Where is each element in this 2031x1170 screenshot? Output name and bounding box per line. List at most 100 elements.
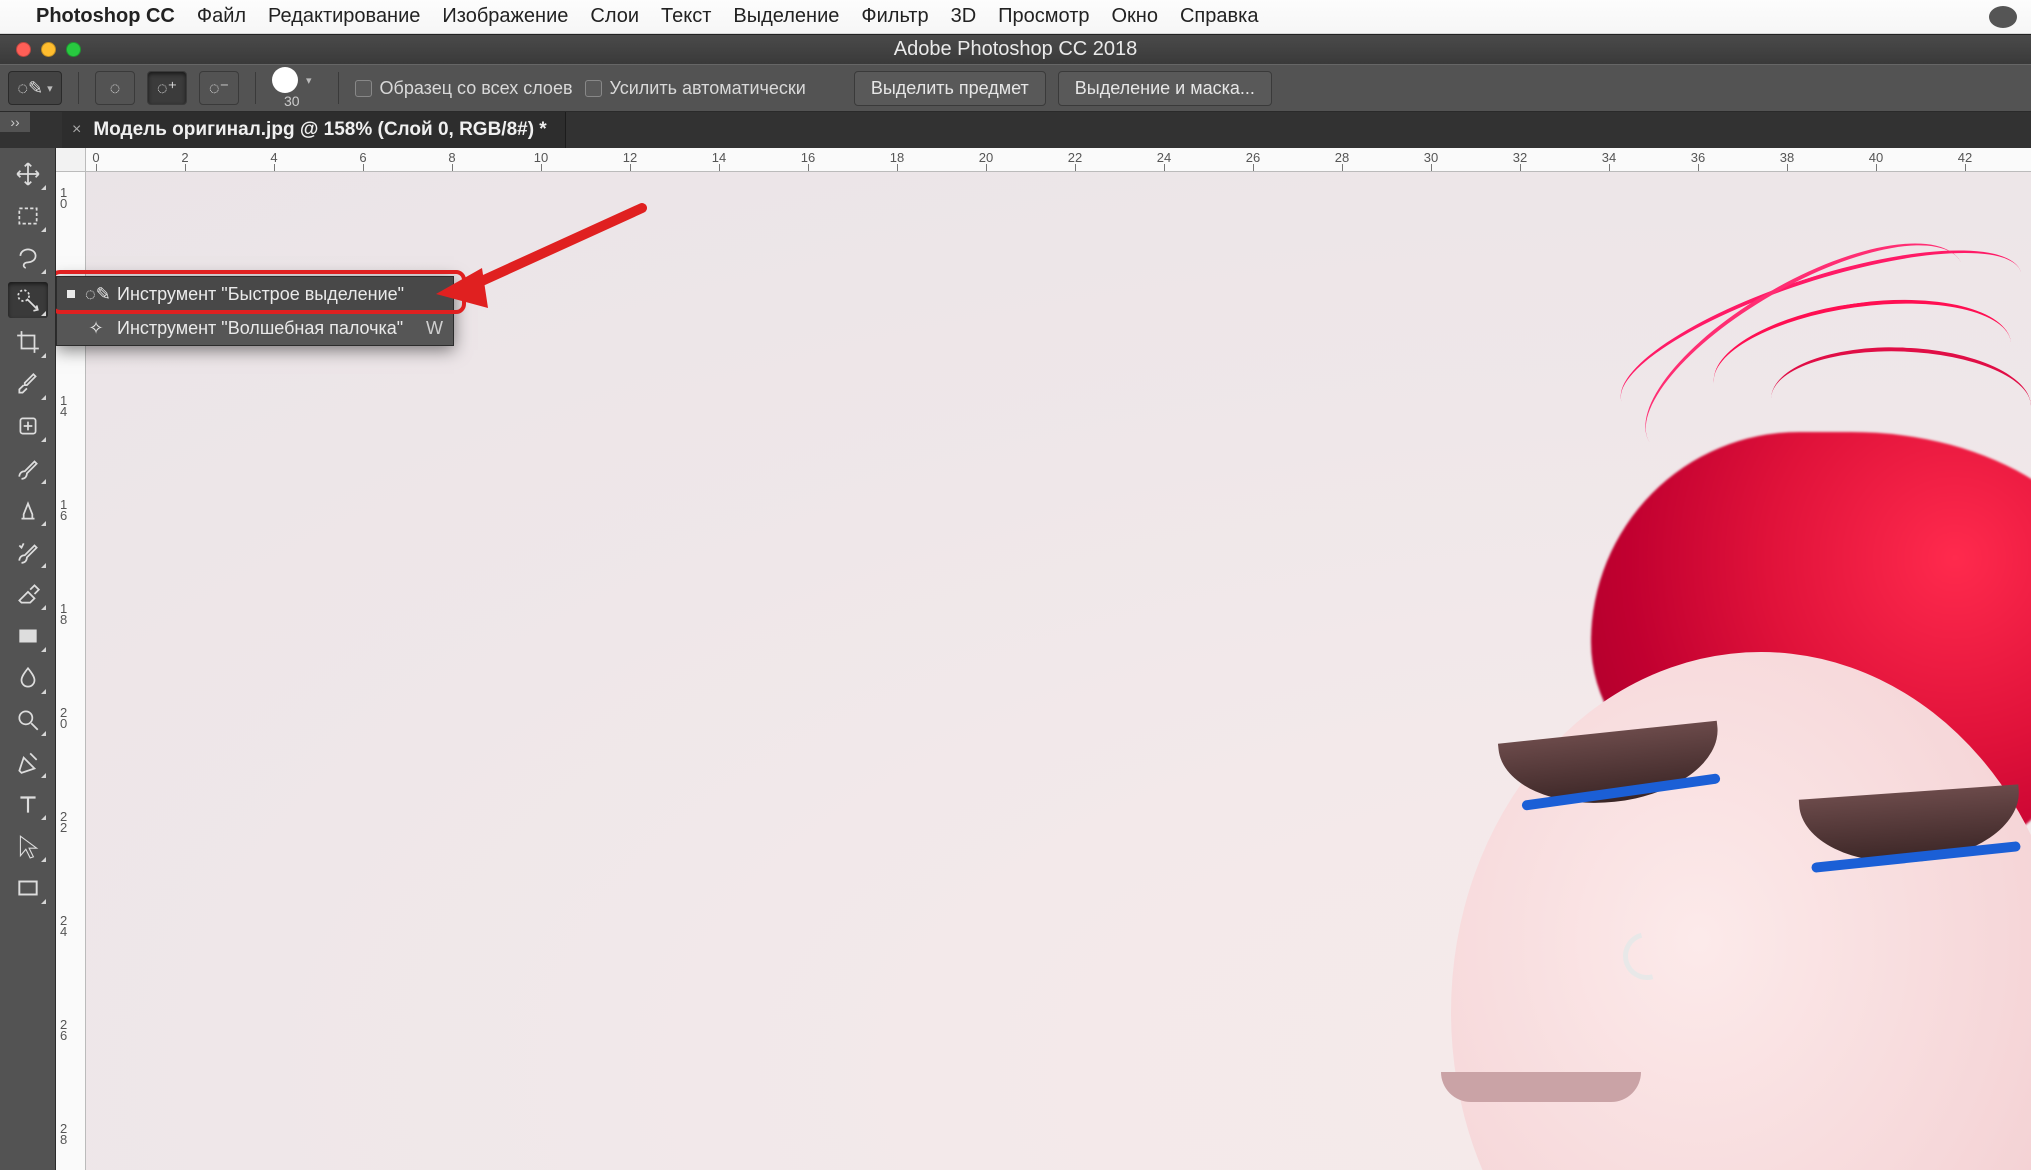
window-title: Adobe Photoshop CC 2018 bbox=[0, 38, 2031, 61]
select-and-mask-button[interactable]: Выделение и маска... bbox=[1058, 71, 1272, 106]
rectangular-marquee-tool[interactable] bbox=[8, 198, 48, 234]
chevron-down-icon: ▾ bbox=[47, 82, 53, 95]
auto-enhance-label: Усилить автоматически bbox=[610, 78, 806, 99]
expand-dock-button[interactable]: ›› bbox=[0, 112, 30, 132]
ruler-tick: 4 bbox=[270, 150, 277, 165]
ruler-tick: 36 bbox=[1691, 150, 1705, 165]
menu-filter[interactable]: Фильтр bbox=[861, 5, 928, 28]
quick-selection-tool[interactable] bbox=[8, 282, 48, 318]
subtract-from-selection-mode-button[interactable]: ◌⁻ bbox=[199, 71, 239, 105]
flyout-item-quick-selection[interactable]: ◌✎ Инструмент "Быстрое выделение" bbox=[57, 277, 453, 311]
tool-flyout-menu: ◌✎ Инструмент "Быстрое выделение" ✧ Инструм… bbox=[56, 276, 454, 346]
ruler-tick: 20 bbox=[979, 150, 993, 165]
document-tabs: × Модель оригинал.jpg @ 158% (Слой 0, RG… bbox=[0, 112, 2031, 148]
type-tool[interactable] bbox=[8, 786, 48, 822]
ruler-tick: 18 bbox=[890, 150, 904, 165]
window-close-button[interactable] bbox=[16, 42, 31, 57]
ruler-tick: 38 bbox=[1780, 150, 1794, 165]
smudge-tool[interactable] bbox=[8, 660, 48, 696]
menu-view[interactable]: Просмотр bbox=[998, 5, 1089, 28]
rectangle-shape-tool[interactable] bbox=[8, 870, 48, 906]
ruler-tick: 26 bbox=[60, 1019, 67, 1041]
sample-all-layers-label: Образец со всех слоев bbox=[380, 78, 573, 99]
eyedropper-tool[interactable] bbox=[8, 366, 48, 402]
selected-indicator bbox=[67, 290, 75, 298]
crop-tool[interactable] bbox=[8, 324, 48, 360]
magic-wand-icon: ✧ bbox=[85, 318, 107, 339]
ruler-origin[interactable] bbox=[56, 148, 86, 172]
menu-help[interactable]: Справка bbox=[1180, 5, 1258, 28]
window-minimize-button[interactable] bbox=[41, 42, 56, 57]
history-brush-tool[interactable] bbox=[8, 534, 48, 570]
brush-tool[interactable] bbox=[8, 450, 48, 486]
horizontal-ruler[interactable]: 024681012141618202224262830323436384042 bbox=[86, 148, 2031, 172]
ruler-tick: 24 bbox=[60, 915, 67, 937]
ruler-tick: 32 bbox=[1513, 150, 1527, 165]
ruler-tick: 10 bbox=[60, 187, 67, 209]
flyout-item-label: Инструмент "Волшебная палочка" bbox=[117, 318, 403, 339]
gradient-tool[interactable] bbox=[8, 618, 48, 654]
healing-brush-tool[interactable] bbox=[8, 408, 48, 444]
quick-selection-icon: ◌✎ bbox=[85, 284, 107, 305]
workspace: 024681012141618202224262830323436384042 … bbox=[0, 148, 2031, 1170]
chevron-down-icon: ▾ bbox=[306, 74, 312, 87]
eraser-tool[interactable] bbox=[8, 576, 48, 612]
new-selection-icon: ◌ bbox=[110, 78, 121, 99]
menu-image[interactable]: Изображение bbox=[442, 5, 568, 28]
sample-all-layers-option[interactable]: Образец со всех слоев bbox=[355, 78, 573, 99]
app-menu[interactable]: Photoshop CC bbox=[36, 5, 175, 28]
window-zoom-button[interactable] bbox=[66, 42, 81, 57]
ruler-tick: 22 bbox=[60, 811, 67, 833]
menu-select[interactable]: Выделение bbox=[733, 5, 839, 28]
ruler-tick: 20 bbox=[60, 707, 67, 729]
ruler-tick: 6 bbox=[359, 150, 366, 165]
divider bbox=[78, 72, 79, 104]
canvas-area: 024681012141618202224262830323436384042 … bbox=[56, 148, 2031, 1170]
checkbox[interactable] bbox=[585, 80, 602, 97]
menu-edit[interactable]: Редактирование bbox=[268, 5, 420, 28]
ruler-tick: 22 bbox=[1068, 150, 1082, 165]
ruler-tick: 2 bbox=[181, 150, 188, 165]
document-tab[interactable]: × Модель оригинал.jpg @ 158% (Слой 0, RG… bbox=[62, 112, 566, 148]
close-tab-icon[interactable]: × bbox=[72, 121, 81, 139]
ruler-tick: 0 bbox=[92, 150, 99, 165]
ruler-tick: 16 bbox=[60, 499, 67, 521]
brush-preview-icon bbox=[272, 67, 298, 93]
document-tab-title: Модель оригинал.jpg @ 158% (Слой 0, RGB/… bbox=[93, 119, 546, 141]
add-to-selection-mode-button[interactable]: ◌⁺ bbox=[147, 71, 187, 105]
ruler-tick: 10 bbox=[534, 150, 548, 165]
lasso-tool[interactable] bbox=[8, 240, 48, 276]
ruler-tick: 12 bbox=[623, 150, 637, 165]
mac-menubar: Photoshop CC Файл Редактирование Изображ… bbox=[0, 0, 2031, 34]
flyout-item-label: Инструмент "Быстрое выделение" bbox=[117, 284, 404, 305]
select-subject-button[interactable]: Выделить предмет bbox=[854, 71, 1046, 106]
ruler-tick: 30 bbox=[1424, 150, 1438, 165]
flyout-item-magic-wand[interactable]: ✧Инструмент "Волшебная палочка"W bbox=[57, 311, 453, 345]
pen-tool[interactable] bbox=[8, 744, 48, 780]
subtract-selection-icon: ◌⁻ bbox=[209, 78, 229, 99]
menu-3d[interactable]: 3D bbox=[951, 5, 977, 28]
ruler-tick: 14 bbox=[60, 395, 67, 417]
menu-layer[interactable]: Слои bbox=[590, 5, 639, 28]
menu-file[interactable]: Файл bbox=[197, 5, 246, 28]
checkbox[interactable] bbox=[355, 80, 372, 97]
ruler-tick: 24 bbox=[1157, 150, 1171, 165]
ruler-tick: 18 bbox=[60, 603, 67, 625]
tool-preset-picker[interactable]: ◌✎ ▾ bbox=[8, 71, 62, 105]
ruler-tick: 28 bbox=[1335, 150, 1349, 165]
ruler-tick: 34 bbox=[1602, 150, 1616, 165]
tools-panel bbox=[0, 148, 56, 1170]
creative-cloud-icon[interactable] bbox=[1989, 6, 2017, 28]
ruler-tick: 8 bbox=[448, 150, 455, 165]
clone-stamp-tool[interactable] bbox=[8, 492, 48, 528]
new-selection-mode-button[interactable]: ◌ bbox=[95, 71, 135, 105]
path-selection-tool[interactable] bbox=[8, 828, 48, 864]
menu-type[interactable]: Текст bbox=[661, 5, 711, 28]
menu-window[interactable]: Окно bbox=[1112, 5, 1158, 28]
dodge-tool[interactable] bbox=[8, 702, 48, 738]
ruler-tick: 16 bbox=[801, 150, 815, 165]
window-titlebar: Adobe Photoshop CC 2018 bbox=[0, 34, 2031, 64]
move-tool[interactable] bbox=[8, 156, 48, 192]
auto-enhance-option[interactable]: Усилить автоматически bbox=[585, 78, 806, 99]
brush-preset-picker[interactable]: ▾ 30 bbox=[272, 67, 312, 109]
